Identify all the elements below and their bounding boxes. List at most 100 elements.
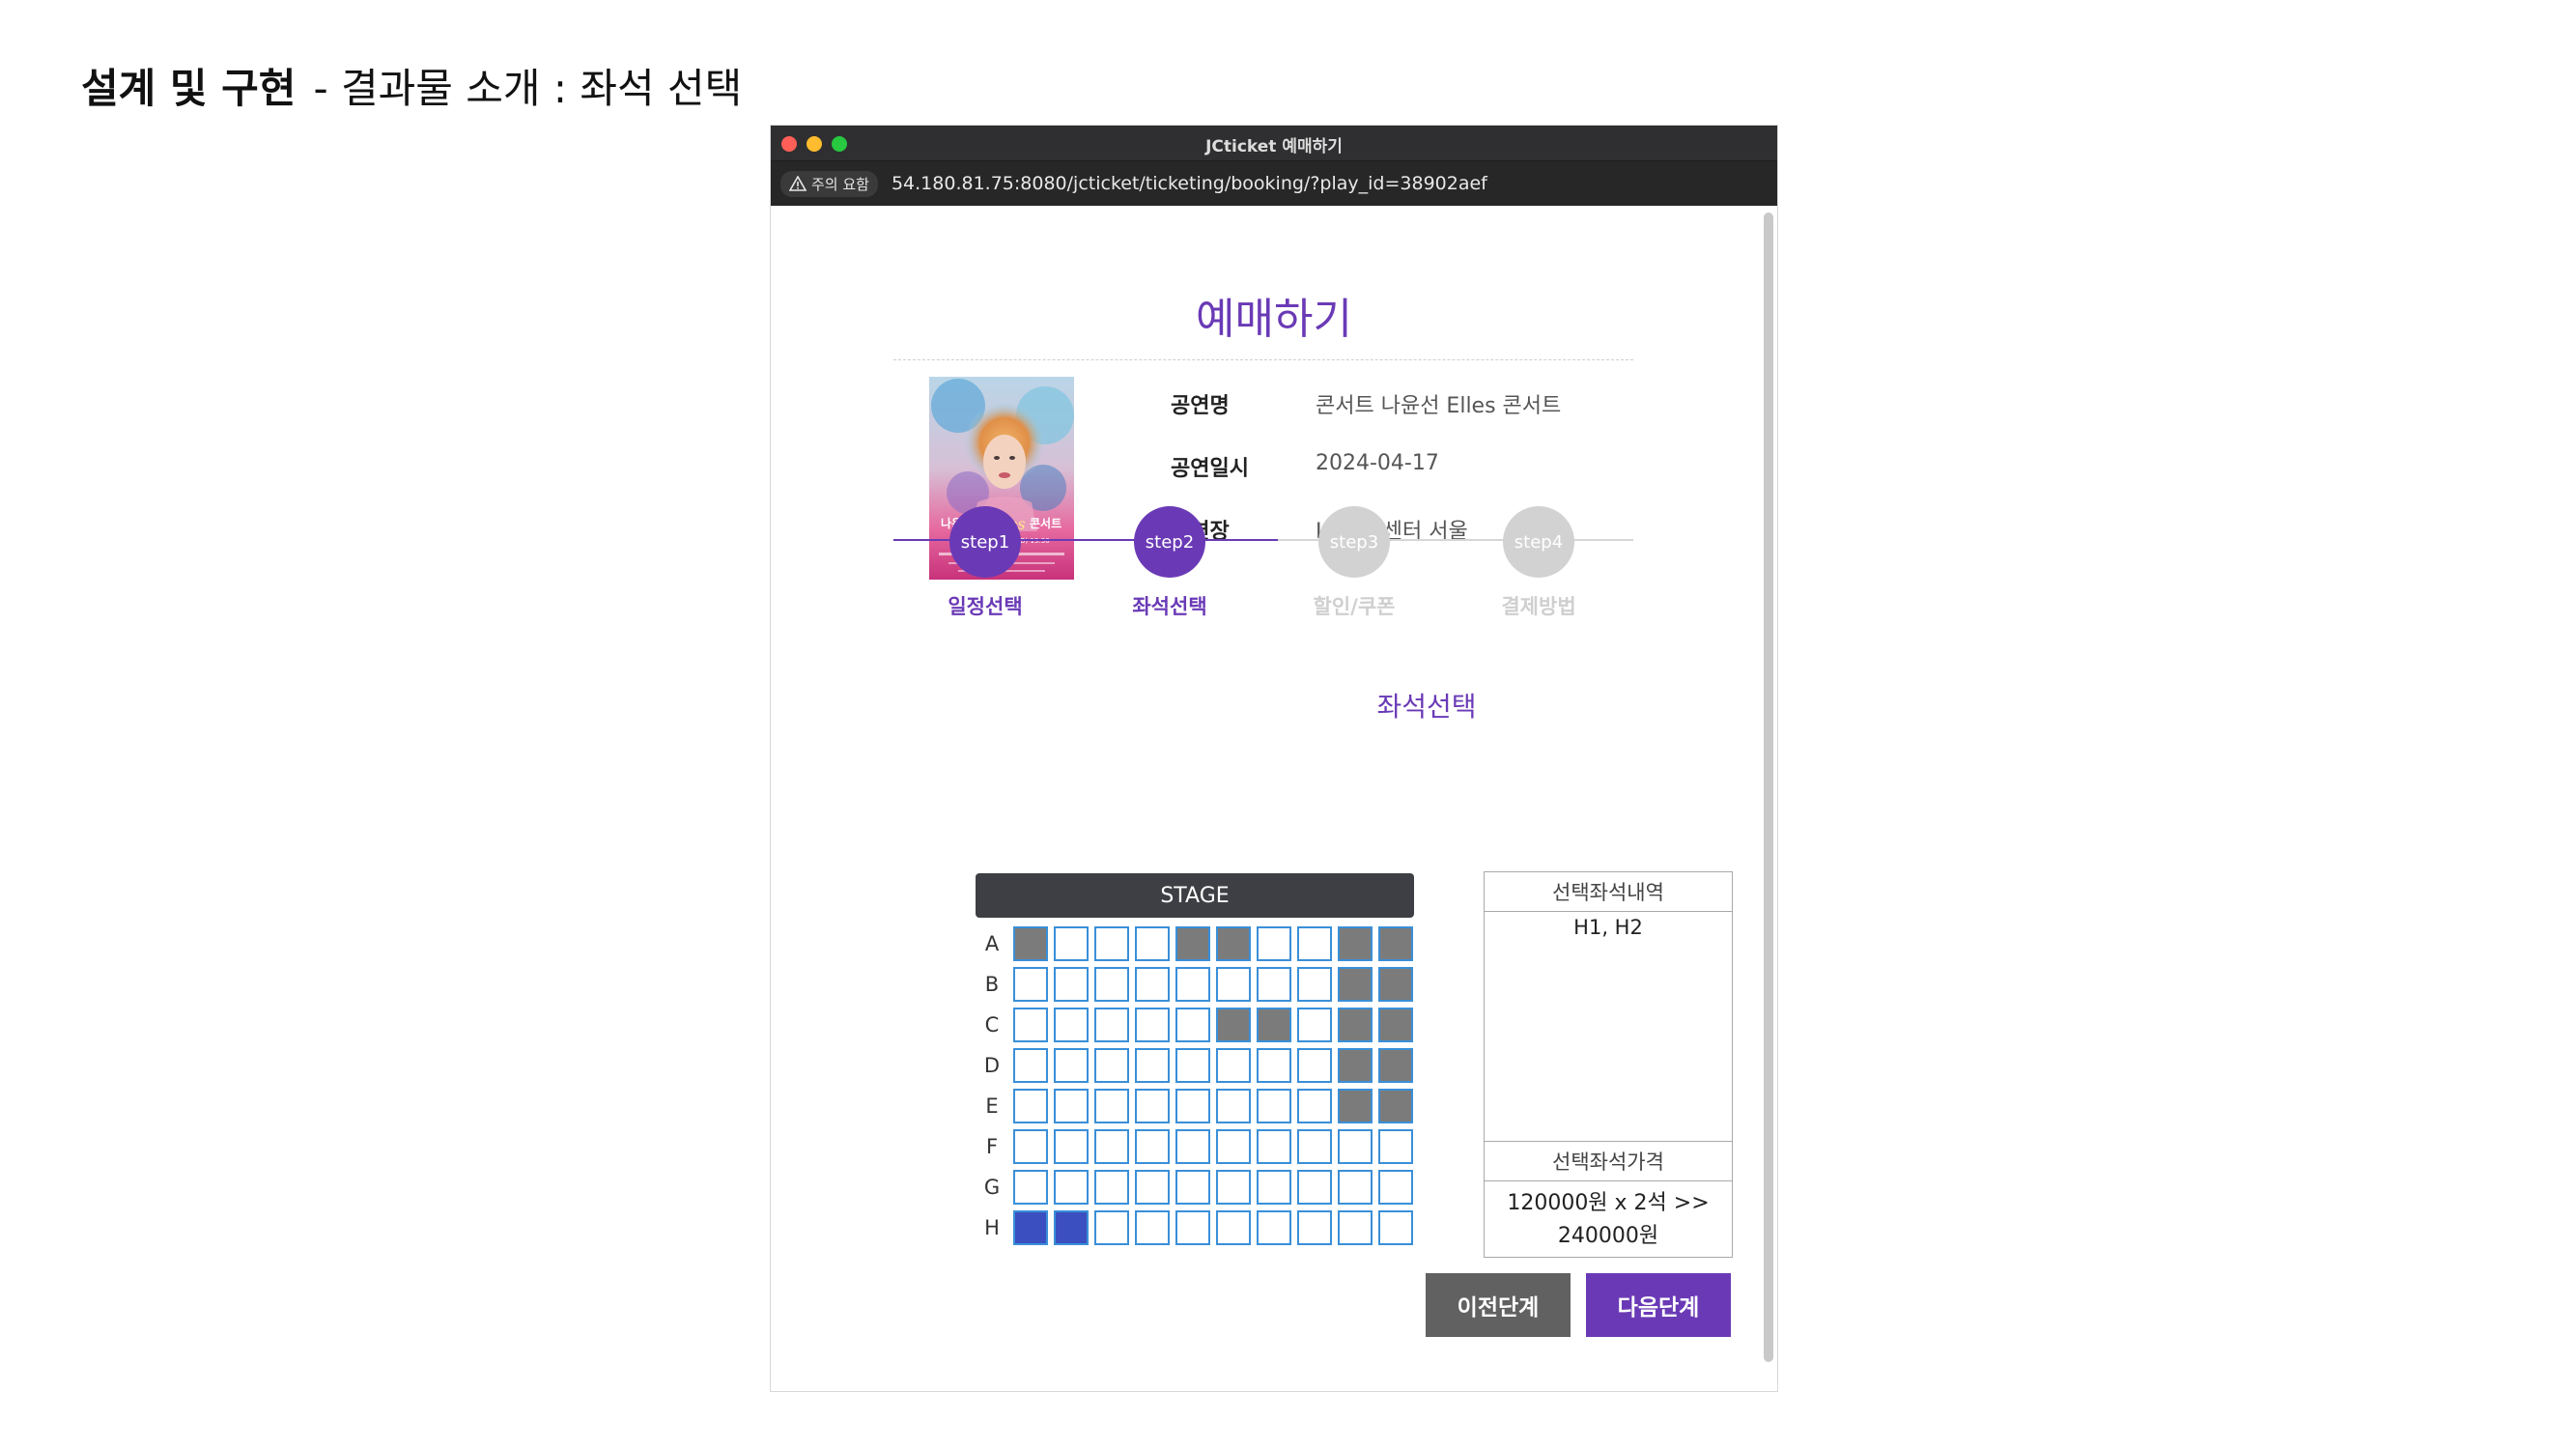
seat-h2[interactable] xyxy=(1054,1210,1089,1245)
row-label: E xyxy=(985,1094,999,1118)
performance-date-row: 공연일시 2024-04-17 xyxy=(1171,451,1439,482)
seat-b5[interactable] xyxy=(1175,967,1210,1002)
seat-b3[interactable] xyxy=(1094,967,1129,1002)
seat-b8[interactable] xyxy=(1297,967,1332,1002)
address-bar[interactable]: 주의 요함 54.180.81.75:8080/jcticket/ticketi… xyxy=(771,161,1777,206)
seat-f7[interactable] xyxy=(1257,1129,1291,1164)
seat-h4[interactable] xyxy=(1135,1210,1170,1245)
seat-g2[interactable] xyxy=(1054,1170,1089,1205)
seat-g7[interactable] xyxy=(1257,1170,1291,1205)
step4-circle: step4 xyxy=(1503,506,1574,578)
seat-b6[interactable] xyxy=(1216,967,1251,1002)
seat-b4[interactable] xyxy=(1135,967,1170,1002)
seat-d2[interactable] xyxy=(1054,1048,1089,1083)
step4-label: 결제방법 xyxy=(1501,595,1576,618)
seat-a5 xyxy=(1175,926,1210,961)
seat-h5[interactable] xyxy=(1175,1210,1210,1245)
seat-c6 xyxy=(1216,1008,1251,1042)
next-step-button[interactable]: 다음단계 xyxy=(1586,1273,1731,1337)
seat-g6[interactable] xyxy=(1216,1170,1251,1205)
seat-map: ABCDEFGH xyxy=(976,923,1419,1248)
seat-a1 xyxy=(1013,926,1048,961)
seat-f2[interactable] xyxy=(1054,1129,1089,1164)
seat-c3[interactable] xyxy=(1094,1008,1129,1042)
seat-c5[interactable] xyxy=(1175,1008,1210,1042)
seat-a9 xyxy=(1338,926,1373,961)
seat-g5[interactable] xyxy=(1175,1170,1210,1205)
performance-date-value: 2024-04-17 xyxy=(1316,451,1439,475)
seat-h10[interactable] xyxy=(1378,1210,1413,1245)
seat-d5[interactable] xyxy=(1175,1048,1210,1083)
previous-step-button[interactable]: 이전단계 xyxy=(1426,1273,1571,1337)
seat-g4[interactable] xyxy=(1135,1170,1170,1205)
seat-f4[interactable] xyxy=(1135,1129,1170,1164)
seat-e8[interactable] xyxy=(1297,1089,1332,1123)
seat-h7[interactable] xyxy=(1257,1210,1291,1245)
seat-h6[interactable] xyxy=(1216,1210,1251,1245)
seat-a4[interactable] xyxy=(1135,926,1170,961)
step1-label: 일정선택 xyxy=(948,595,1023,618)
seat-a8[interactable] xyxy=(1297,926,1332,961)
seat-b7[interactable] xyxy=(1257,967,1291,1002)
seat-h3[interactable] xyxy=(1094,1210,1129,1245)
row-label: A xyxy=(984,932,1000,955)
seat-a10 xyxy=(1378,926,1413,961)
seat-row-b: B xyxy=(976,964,1419,1005)
seat-a6 xyxy=(1216,926,1251,961)
seat-e4[interactable] xyxy=(1135,1089,1170,1123)
seat-c4[interactable] xyxy=(1135,1008,1170,1042)
seat-e3[interactable] xyxy=(1094,1089,1129,1123)
warning-icon xyxy=(789,176,807,191)
seat-a7[interactable] xyxy=(1257,926,1291,961)
seat-g10[interactable] xyxy=(1378,1170,1413,1205)
seat-g3[interactable] xyxy=(1094,1170,1129,1205)
security-warning-chip[interactable]: 주의 요함 xyxy=(780,170,878,197)
seat-f10[interactable] xyxy=(1378,1129,1413,1164)
seat-f6[interactable] xyxy=(1216,1129,1251,1164)
row-label: B xyxy=(984,973,1000,996)
seat-a2[interactable] xyxy=(1054,926,1089,961)
seat-d10 xyxy=(1378,1048,1413,1083)
seat-h1[interactable] xyxy=(1013,1210,1048,1245)
seat-d3[interactable] xyxy=(1094,1048,1129,1083)
seat-b2[interactable] xyxy=(1054,967,1089,1002)
seat-e5[interactable] xyxy=(1175,1089,1210,1123)
seat-d4[interactable] xyxy=(1135,1048,1170,1083)
seat-e7[interactable] xyxy=(1257,1089,1291,1123)
seat-f8[interactable] xyxy=(1297,1129,1332,1164)
seat-row-d: D xyxy=(976,1045,1419,1086)
seat-e2[interactable] xyxy=(1054,1089,1089,1123)
seat-g9[interactable] xyxy=(1338,1170,1373,1205)
selected-price: 120000원 x 2석 >> 240000원 xyxy=(1485,1181,1732,1253)
seat-c8[interactable] xyxy=(1297,1008,1332,1042)
seat-c1[interactable] xyxy=(1013,1008,1048,1042)
seat-h8[interactable] xyxy=(1297,1210,1332,1245)
seat-d1[interactable] xyxy=(1013,1048,1048,1083)
seat-g1[interactable] xyxy=(1013,1170,1048,1205)
seat-e1[interactable] xyxy=(1013,1089,1048,1123)
seat-f1[interactable] xyxy=(1013,1129,1048,1164)
seat-row-e: E xyxy=(976,1086,1419,1126)
performance-name-value: 콘서트 나윤선 Elles 콘서트 xyxy=(1316,394,1562,418)
seat-d6[interactable] xyxy=(1216,1048,1251,1083)
seat-f5[interactable] xyxy=(1175,1129,1210,1164)
seat-a3[interactable] xyxy=(1094,926,1129,961)
slide-title: 설계 및 구현 - 결과물 소개 : 좌석 선택 xyxy=(81,56,742,115)
seat-c7 xyxy=(1257,1008,1291,1042)
seat-row-g: G xyxy=(976,1167,1419,1208)
seat-c2[interactable] xyxy=(1054,1008,1089,1042)
window-titlebar: JCticket 예매하기 xyxy=(771,126,1777,161)
seat-g8[interactable] xyxy=(1297,1170,1332,1205)
seat-d8[interactable] xyxy=(1297,1048,1332,1083)
seat-e6[interactable] xyxy=(1216,1089,1251,1123)
seat-b1[interactable] xyxy=(1013,967,1048,1002)
slide-title-main: 설계 및 구현 xyxy=(81,65,297,112)
url-text[interactable]: 54.180.81.75:8080/jcticket/ticketing/boo… xyxy=(892,173,1487,194)
seat-f3[interactable] xyxy=(1094,1129,1129,1164)
seat-e10 xyxy=(1378,1089,1413,1123)
seat-d7[interactable] xyxy=(1257,1048,1291,1083)
step3-label: 할인/쿠폰 xyxy=(1313,595,1396,618)
stage-bar: STAGE xyxy=(976,873,1414,918)
seat-h9[interactable] xyxy=(1338,1210,1373,1245)
seat-f9[interactable] xyxy=(1338,1129,1373,1164)
